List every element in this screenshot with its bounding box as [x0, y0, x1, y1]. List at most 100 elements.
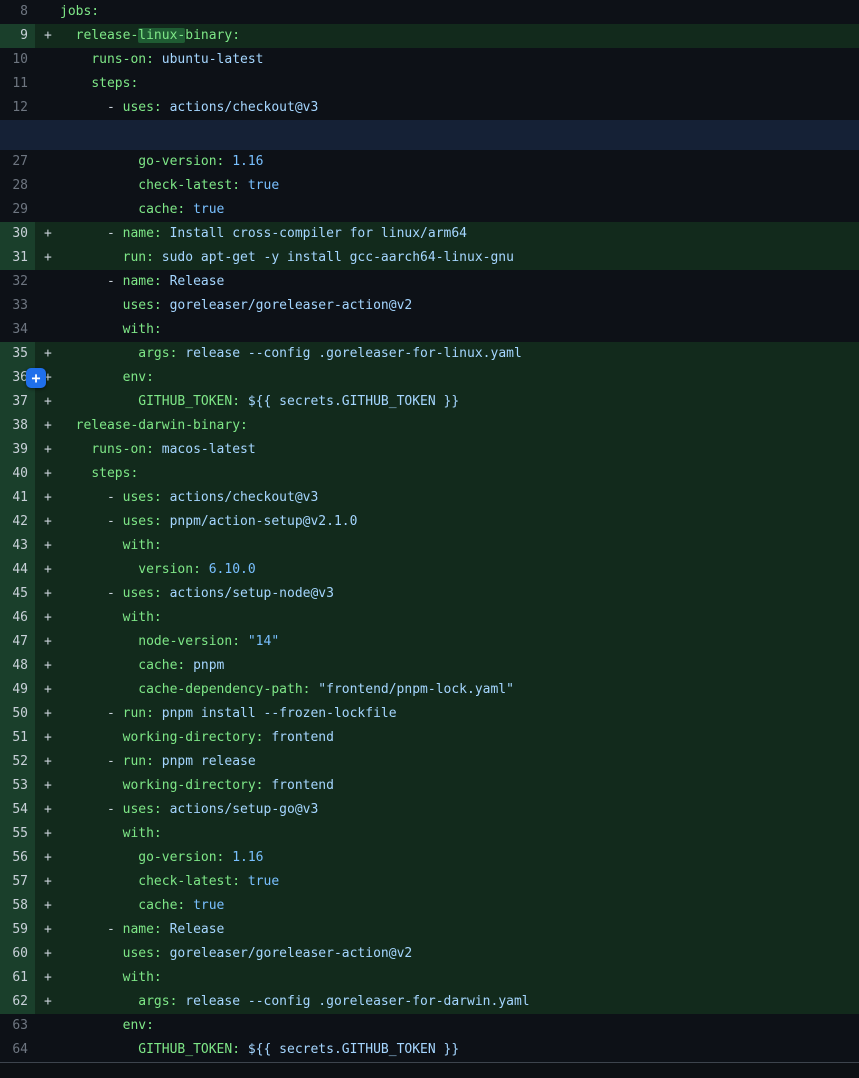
- token-key: run:: [123, 706, 154, 721]
- diff-added-marker: +: [35, 822, 60, 846]
- line-number[interactable]: 52: [0, 750, 35, 774]
- indent: [60, 226, 107, 241]
- token-key: uses:: [123, 100, 162, 115]
- line-number[interactable]: 58: [0, 894, 35, 918]
- code-line: runs-on: macos-latest: [60, 438, 256, 462]
- line-number[interactable]: 53: [0, 774, 35, 798]
- line-number[interactable]: 39: [0, 438, 35, 462]
- diff-row-line-11: 11 steps:: [0, 72, 859, 96]
- line-number[interactable]: 8: [0, 0, 35, 24]
- line-number[interactable]: 60: [0, 942, 35, 966]
- token-key: with:: [123, 322, 162, 337]
- diff-row-line-50: 50+ - run: pnpm install --frozen-lockfil…: [0, 702, 859, 726]
- expand-hidden-lines-band[interactable]: [0, 120, 859, 150]
- line-number[interactable]: 51: [0, 726, 35, 750]
- code-line: args: release --config .goreleaser-for-d…: [60, 990, 530, 1014]
- line-number[interactable]: 62: [0, 990, 35, 1014]
- code-line: - uses: actions/setup-node@v3: [60, 582, 334, 606]
- line-number[interactable]: 9: [0, 24, 35, 48]
- line-number[interactable]: 35: [0, 342, 35, 366]
- token-key: name:: [123, 226, 162, 241]
- token-punct: -: [107, 706, 123, 721]
- line-number[interactable]: 38: [0, 414, 35, 438]
- token-punct: -: [107, 100, 123, 115]
- diff-added-marker: +: [35, 630, 60, 654]
- line-number[interactable]: 57: [0, 870, 35, 894]
- line-number[interactable]: 33: [0, 294, 35, 318]
- token-str: ubuntu-latest: [154, 52, 264, 67]
- token-str: Release: [162, 922, 225, 937]
- token-str: pnpm: [185, 658, 224, 673]
- diff-added-marker: +: [35, 414, 60, 438]
- code-line: node-version: "14": [60, 630, 279, 654]
- line-number[interactable]: 47: [0, 630, 35, 654]
- diff-rows: 8 jobs: 9 + release-linux-binary: 10 runs-on…: [0, 0, 859, 1062]
- line-number[interactable]: 59: [0, 918, 35, 942]
- token-punct: -: [107, 754, 123, 769]
- line-number[interactable]: 64: [0, 1038, 35, 1062]
- diff-row-line-47: 47+ node-version: "14": [0, 630, 859, 654]
- diff-row-line-36: 36+ env:+: [0, 366, 859, 390]
- diff-row-line-45: 45+ - uses: actions/setup-node@v3: [0, 582, 859, 606]
- line-number[interactable]: 43: [0, 534, 35, 558]
- indent: [60, 850, 138, 865]
- line-number[interactable]: 11: [0, 72, 35, 96]
- line-number[interactable]: 41: [0, 486, 35, 510]
- code-line: - run: pnpm install --frozen-lockfile: [60, 702, 397, 726]
- indent: [60, 994, 138, 1009]
- line-number[interactable]: 45: [0, 582, 35, 606]
- token-key: cache:: [138, 202, 185, 217]
- line-number[interactable]: 61: [0, 966, 35, 990]
- diff-row-line-63: 63 env:: [0, 1014, 859, 1038]
- code-line: release-linux-binary:: [60, 24, 240, 48]
- line-number[interactable]: 42: [0, 510, 35, 534]
- diff-added-marker: +: [35, 654, 60, 678]
- code-line: release-darwin-binary:: [60, 414, 248, 438]
- token-key: uses:: [123, 298, 162, 313]
- token-key: release-darwin-binary:: [76, 418, 248, 433]
- code-line: - name: Release: [60, 270, 224, 294]
- diff-added-marker: [35, 318, 60, 342]
- code-line: working-directory: frontend: [60, 726, 334, 750]
- line-number[interactable]: 10: [0, 48, 35, 72]
- code-line: check-latest: true: [60, 870, 279, 894]
- diff-added-marker: +: [35, 462, 60, 486]
- indent: [60, 370, 123, 385]
- line-number[interactable]: 48: [0, 654, 35, 678]
- diff-added-marker: +: [35, 870, 60, 894]
- diff-row-line-43: 43+ with:: [0, 534, 859, 558]
- token-str: pnpm install --frozen-lockfile: [154, 706, 397, 721]
- line-number[interactable]: 56: [0, 846, 35, 870]
- diff-row-line-37: 37+ GITHUB_TOKEN: ${{ secrets.GITHUB_TOK…: [0, 390, 859, 414]
- line-number[interactable]: 28: [0, 174, 35, 198]
- line-number[interactable]: 54: [0, 798, 35, 822]
- line-number[interactable]: 12: [0, 96, 35, 120]
- line-number[interactable]: 49: [0, 678, 35, 702]
- line-number[interactable]: 63: [0, 1014, 35, 1038]
- token-punct: -: [107, 490, 123, 505]
- diff-added-marker: [35, 96, 60, 120]
- line-number[interactable]: 46: [0, 606, 35, 630]
- line-number[interactable]: 29: [0, 198, 35, 222]
- line-number[interactable]: 31: [0, 246, 35, 270]
- code-line: steps:: [60, 72, 138, 96]
- line-number[interactable]: 27: [0, 150, 35, 174]
- line-number[interactable]: 37: [0, 390, 35, 414]
- add-line-comment-button[interactable]: +: [26, 368, 46, 388]
- diff-added-marker: +: [35, 342, 60, 366]
- line-number[interactable]: 44: [0, 558, 35, 582]
- diff-added-marker: [35, 1038, 60, 1062]
- line-number[interactable]: 30: [0, 222, 35, 246]
- token-key: args:: [138, 346, 177, 361]
- line-number[interactable]: 40: [0, 462, 35, 486]
- indent: [60, 274, 107, 289]
- token-str: frontend: [264, 778, 334, 793]
- token-key: jobs:: [60, 4, 99, 19]
- line-number[interactable]: 50: [0, 702, 35, 726]
- line-number[interactable]: 55: [0, 822, 35, 846]
- diff-row-line-52: 52+ - run: pnpm release: [0, 750, 859, 774]
- code-line: uses: goreleaser/goreleaser-action@v2: [60, 294, 412, 318]
- line-number[interactable]: 34: [0, 318, 35, 342]
- indent: [60, 898, 138, 913]
- line-number[interactable]: 32: [0, 270, 35, 294]
